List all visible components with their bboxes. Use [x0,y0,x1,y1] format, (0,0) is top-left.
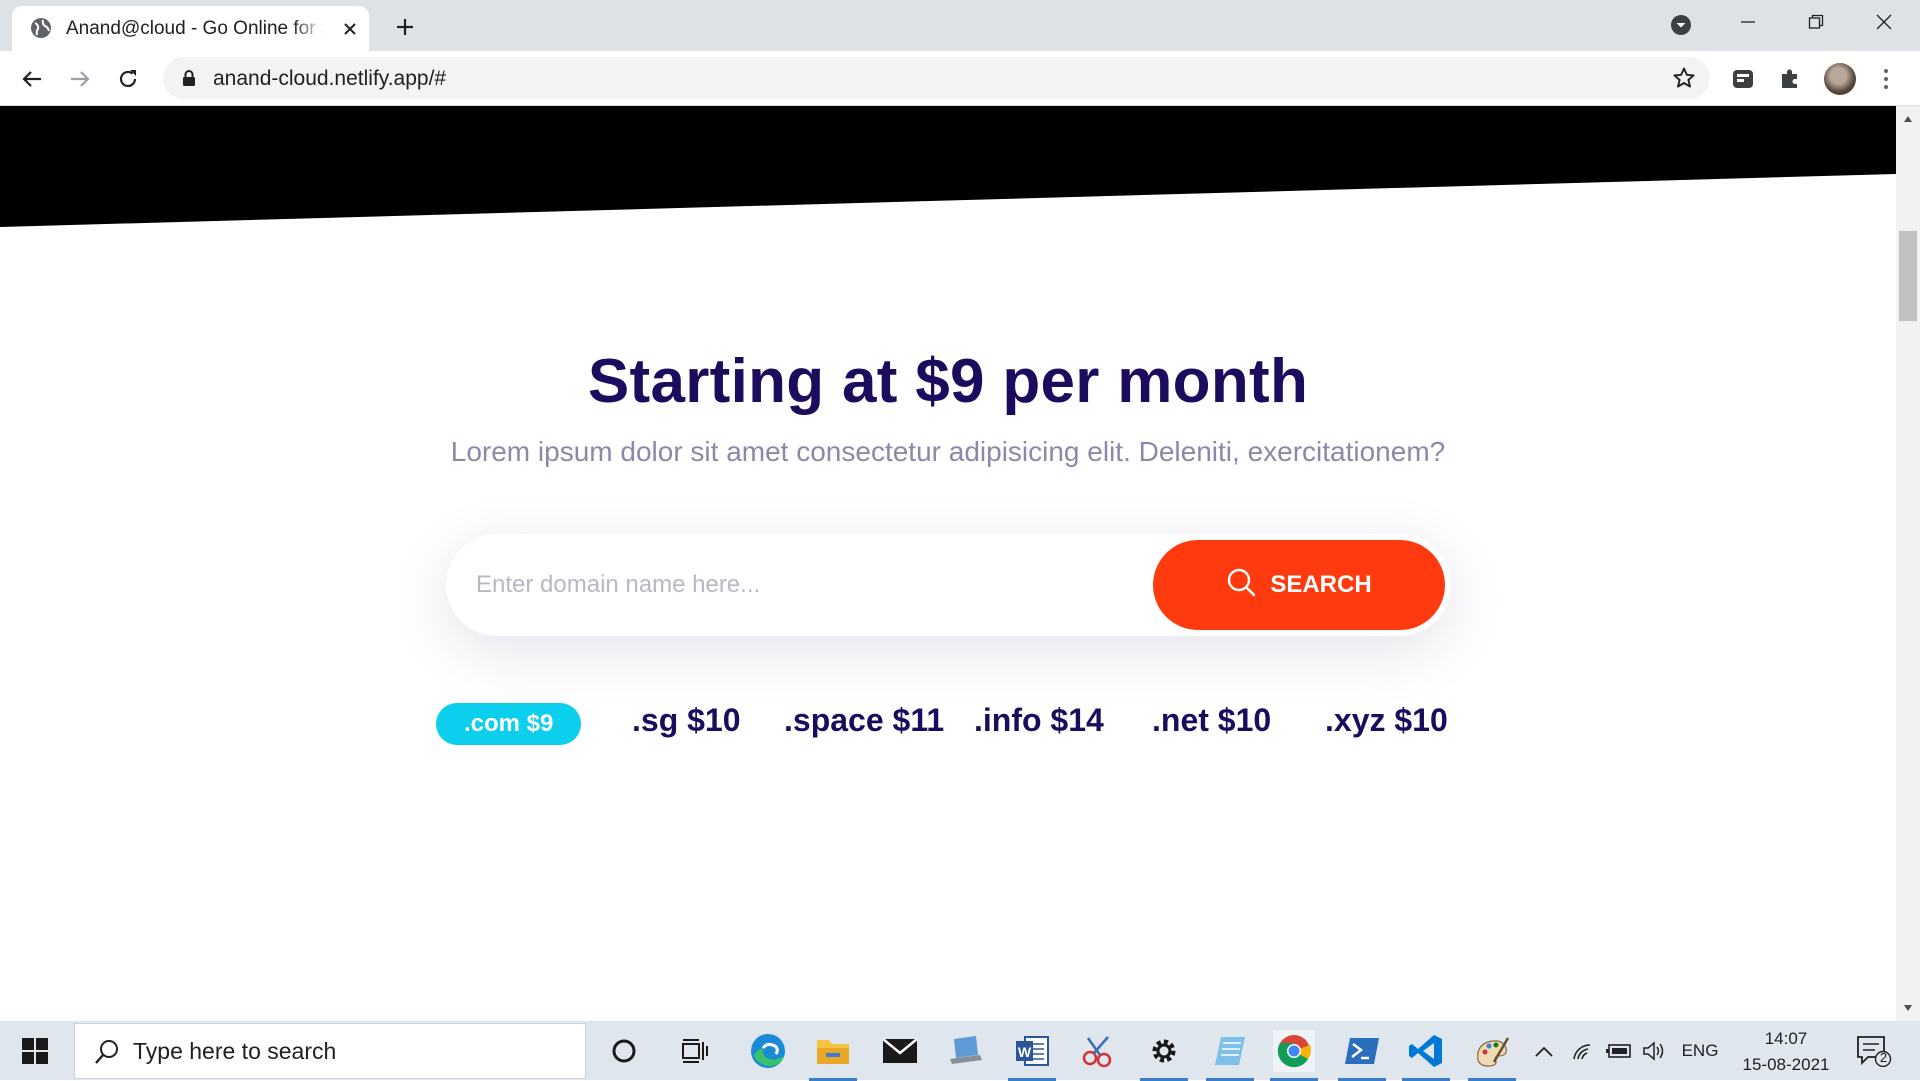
notification-center-icon[interactable]: 2 [1856,1035,1892,1068]
profile-avatar[interactable] [1824,63,1856,95]
word-icon[interactable]: W [1008,1030,1056,1081]
close-window-icon[interactable] [1862,8,1906,36]
domain-search-input[interactable] [476,562,1116,608]
search-icon [93,1038,121,1066]
search-icon [1226,567,1256,604]
globe-icon [30,17,52,39]
clock-time: 14:07 [1764,1029,1808,1048]
taskbar-search-box[interactable]: Type here to search [74,1023,586,1079]
url-text: anand-cloud.netlify.app/# [213,67,447,90]
browser-tab[interactable]: Anand@cloud - Go Online for Just $9 [12,6,369,51]
vscode-icon[interactable] [1402,1030,1450,1081]
notification-count: 2 [1879,1050,1888,1065]
extension-icon[interactable] [1729,65,1757,93]
file-explorer-icon[interactable] [809,1030,857,1081]
scroll-up-arrow-icon[interactable] [1896,110,1920,128]
new-tab-icon[interactable] [390,12,420,42]
close-tab-icon[interactable] [338,17,362,41]
address-bar[interactable]: anand-cloud.netlify.app/# [163,57,1710,99]
mail-icon[interactable] [879,1030,921,1072]
windows-start-icon[interactable] [14,1035,56,1067]
restore-icon[interactable] [1794,8,1838,36]
puzzle-extensions-icon[interactable] [1776,65,1804,93]
taskbar-clock[interactable]: 14:07 15-08-2021 [1738,1026,1834,1078]
reload-icon[interactable] [113,64,143,94]
language-indicator[interactable]: ENG [1680,1037,1720,1065]
settings-gear-icon[interactable] [1140,1030,1188,1081]
lock-icon[interactable] [180,69,198,87]
page-title: Starting at $9 per month [587,347,1309,416]
tld-sg[interactable]: .sg $10 [632,699,741,741]
tld-net[interactable]: .net $10 [1152,699,1271,741]
back-arrow-icon[interactable] [17,64,47,94]
show-hidden-icons-chevron-icon[interactable] [1532,1037,1556,1065]
battery-icon[interactable] [1604,1037,1634,1065]
powershell-icon[interactable] [1338,1030,1386,1081]
volume-icon[interactable] [1640,1037,1668,1065]
tld-info[interactable]: .info $14 [974,699,1104,741]
chrome-icon[interactable] [1270,1030,1318,1081]
wifi-icon[interactable] [1570,1037,1598,1065]
notepad-icon[interactable] [1206,1030,1254,1081]
search-button[interactable]: SEARCH [1153,540,1445,630]
page-scrollbar[interactable] [1896,106,1920,1021]
tld-space[interactable]: .space $11 [784,699,944,741]
tld-xyz[interactable]: .xyz $10 [1325,699,1448,741]
taskbar-search-placeholder: Type here to search [133,1038,337,1064]
tld-price-list: .com $9 .sg $10 .space $11 .info $14 .ne… [0,699,1920,749]
windows-taskbar: Type here to search W ENG 14:07 15-08-20… [0,1021,1920,1081]
tab-title: Anand@cloud - Go Online for Just $9 [66,18,324,39]
scrollbar-thumb[interactable] [1899,231,1917,321]
task-view-icon[interactable] [674,1030,716,1072]
bookmark-star-icon[interactable] [1672,66,1696,90]
search-button-label: SEARCH [1270,571,1372,598]
paint-icon[interactable] [1468,1030,1516,1081]
tab-strip: Anand@cloud - Go Online for Just $9 [0,0,1920,51]
language-label: ENG [1681,1041,1719,1060]
edge-browser-icon[interactable] [747,1030,789,1072]
cortana-icon[interactable] [603,1030,645,1072]
page-subtitle: Lorem ipsum dolor sit amet consectetur a… [450,436,1446,467]
page-viewport: Starting at $9 per month Lorem ipsum dol… [0,106,1920,1021]
scroll-down-arrow-icon[interactable] [1896,999,1920,1017]
snipping-tool-icon[interactable] [1077,1030,1119,1072]
browser-menu-icon[interactable] [1874,65,1898,93]
laptop-app-icon[interactable] [945,1030,987,1072]
domain-search-box: SEARCH [446,534,1451,636]
minimize-icon[interactable] [1726,8,1770,36]
forward-arrow-icon[interactable] [65,64,95,94]
browser-toolbar: anand-cloud.netlify.app/# [0,51,1920,106]
clock-date: 15-08-2021 [1742,1055,1830,1074]
svg-text:W: W [1018,1044,1032,1060]
tab-search-icon[interactable] [1668,12,1694,38]
tld-com[interactable]: .com $9 [436,703,582,745]
hero-black-band [0,106,1896,227]
